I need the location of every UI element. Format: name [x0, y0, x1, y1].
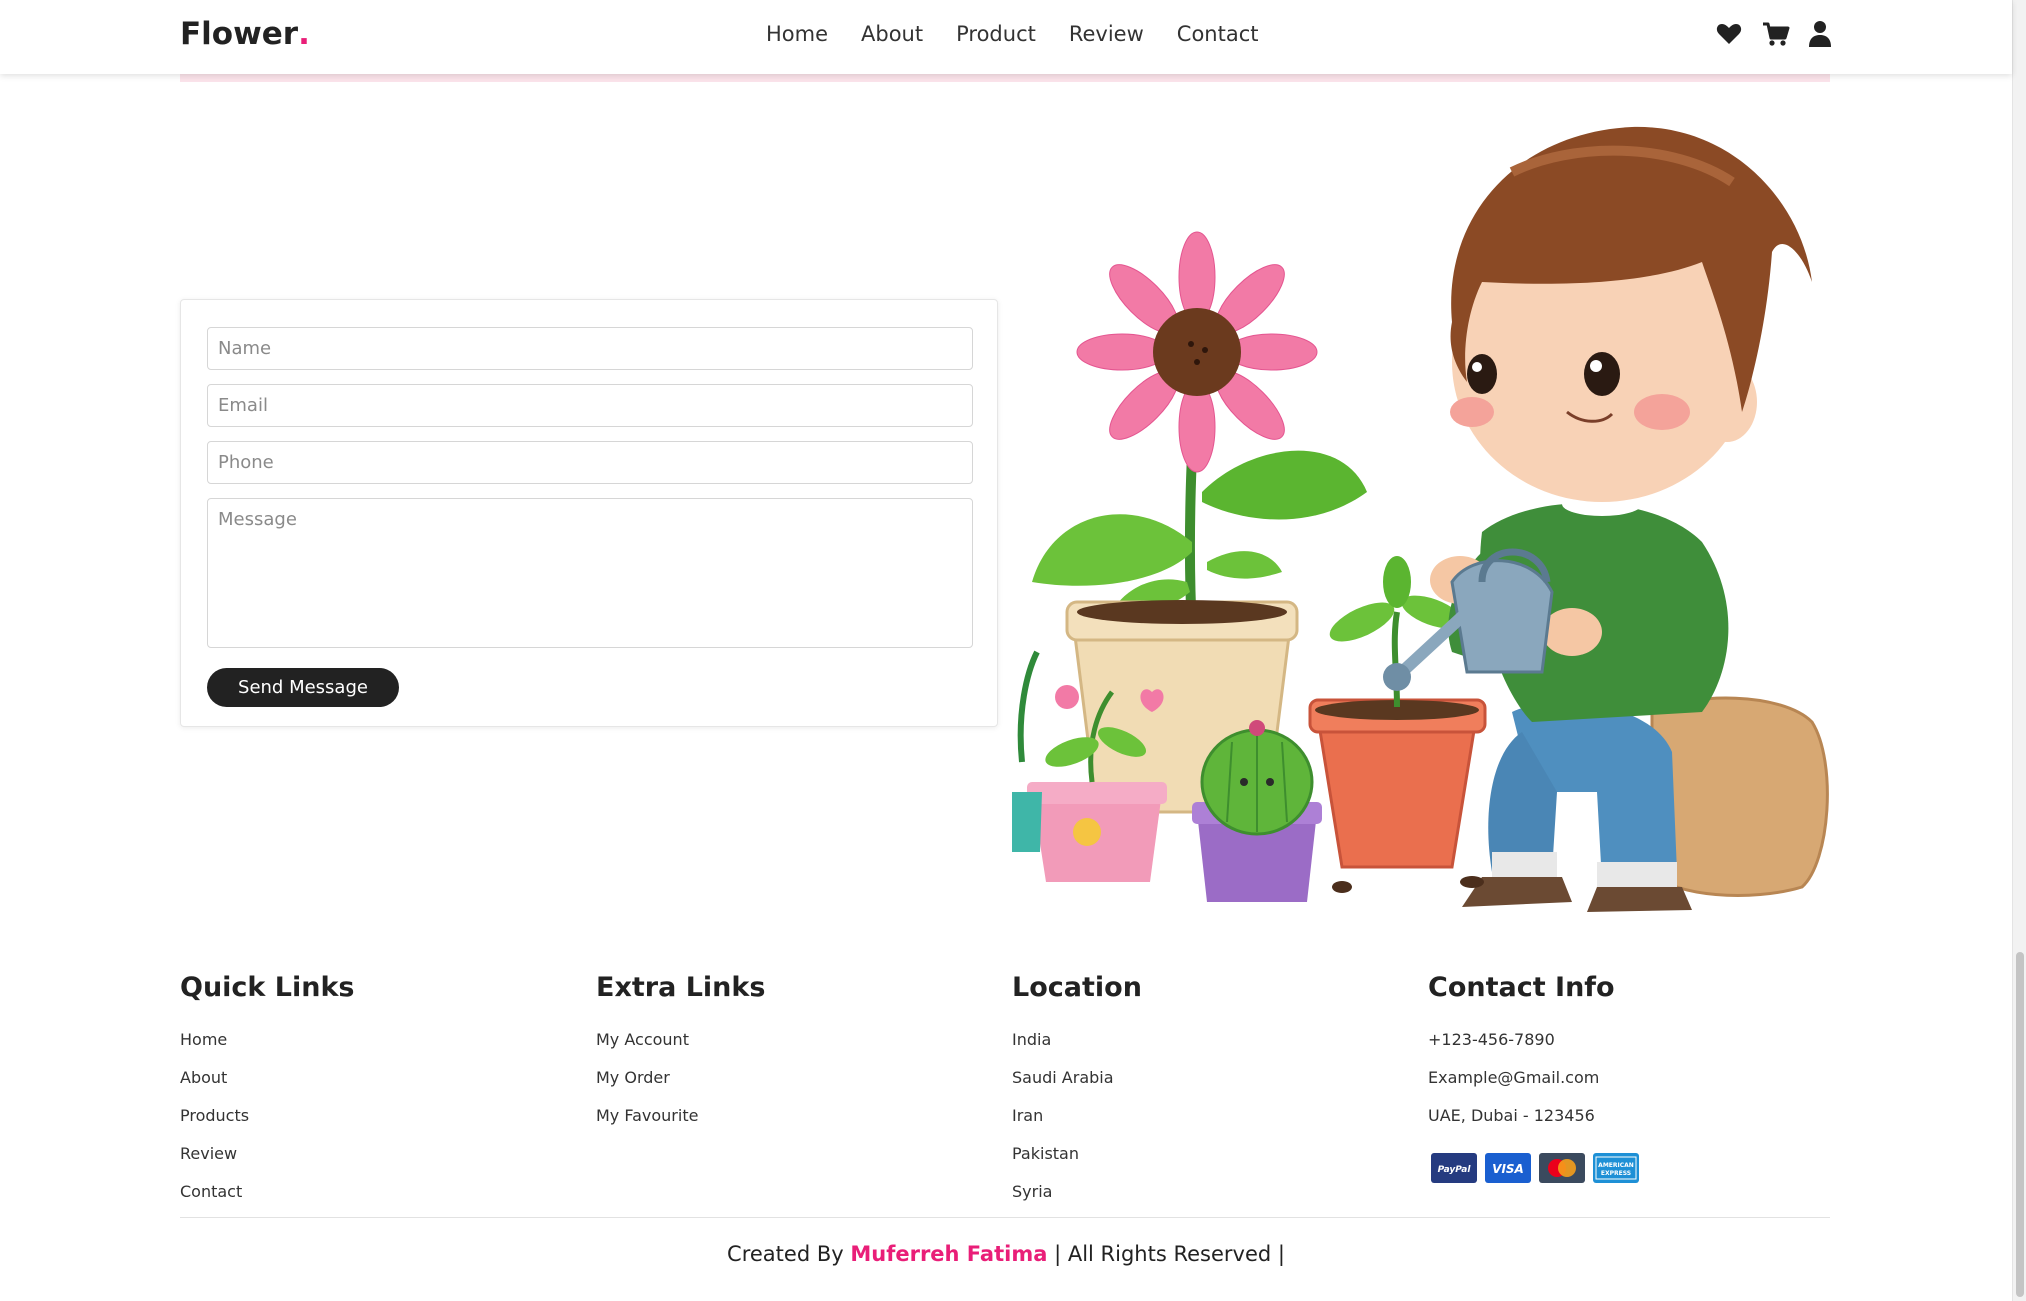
gardening-illustration	[1012, 112, 1830, 912]
footer-link-home[interactable]: Home	[180, 1021, 580, 1059]
logo-text: Flower	[180, 16, 299, 52]
contact-email[interactable]: Example@Gmail.com	[1428, 1059, 1828, 1097]
page-scrollbar[interactable]	[2012, 0, 2026, 1301]
contact-info-title: Contact Info	[1428, 972, 1615, 1003]
svg-text:VISA: VISA	[1492, 1162, 1524, 1176]
boy-watering-plants-image	[1012, 126, 1829, 912]
nav-contact[interactable]: Contact	[1177, 22, 1259, 46]
footer-link-contact[interactable]: Contact	[180, 1173, 580, 1211]
footer-link-about[interactable]: About	[180, 1059, 580, 1097]
footer-link-my-order[interactable]: My Order	[596, 1059, 996, 1097]
message-textarea[interactable]	[207, 498, 973, 648]
footer-contact-info: Contact Info +123-456-7890 Example@Gmail…	[1428, 972, 1828, 1183]
location-title: Location	[1012, 972, 1142, 1003]
extra-links-title: Extra Links	[596, 972, 766, 1003]
location-iran[interactable]: Iran	[1012, 1097, 1412, 1135]
credits-prefix: Created By	[727, 1242, 844, 1266]
scrollbar-thumb[interactable]	[2016, 952, 2024, 1297]
footer-quick-links: Quick Links Home About Products Review C…	[180, 972, 580, 1211]
site-header: Flower. Home About Product Review Contac…	[0, 0, 2012, 74]
cart-icon[interactable]	[1762, 20, 1790, 48]
visa-icon: VISA	[1485, 1153, 1531, 1183]
nav-home[interactable]: Home	[766, 22, 828, 46]
contact-address: UAE, Dubai - 123456	[1428, 1106, 1595, 1125]
footer-link-review[interactable]: Review	[180, 1135, 580, 1173]
location-pakistan[interactable]: Pakistan	[1012, 1135, 1412, 1173]
user-icon[interactable]	[1808, 20, 1834, 48]
name-input[interactable]	[207, 327, 973, 370]
phone-input[interactable]	[207, 441, 973, 484]
location-syria[interactable]: Syria	[1012, 1173, 1412, 1211]
mastercard-icon	[1539, 1153, 1585, 1183]
section-divider-strip	[180, 74, 1830, 82]
footer-location: Location India Saudi Arabia Iran Pakista…	[1012, 972, 1412, 1211]
payment-methods: PayPal VISA AMERICAN EXPRESS	[1431, 1153, 1828, 1183]
svg-text:PayPal: PayPal	[1438, 1165, 1472, 1175]
footer-link-my-account[interactable]: My Account	[596, 1021, 996, 1059]
paypal-icon: PayPal	[1431, 1153, 1477, 1183]
credits-suffix: | All Rights Reserved |	[1054, 1242, 1285, 1266]
quick-links-title: Quick Links	[180, 972, 355, 1003]
main-nav: Home About Product Review Contact	[766, 22, 1291, 46]
logo-dot: .	[298, 16, 310, 52]
footer-link-my-favourite[interactable]: My Favourite	[596, 1097, 996, 1135]
footer-link-products[interactable]: Products	[180, 1097, 580, 1135]
nav-product[interactable]: Product	[956, 22, 1036, 46]
location-india[interactable]: India	[1012, 1021, 1412, 1059]
svg-text:EXPRESS: EXPRESS	[1601, 1170, 1631, 1177]
heart-icon[interactable]	[1716, 20, 1742, 48]
footer-credits: Created By Muferreh Fatima | All Rights …	[0, 1242, 2012, 1266]
nav-about[interactable]: About	[861, 22, 923, 46]
send-message-button[interactable]: Send Message	[207, 668, 399, 707]
contact-phone[interactable]: +123-456-7890	[1428, 1021, 1828, 1059]
email-input[interactable]	[207, 384, 973, 427]
footer-divider	[180, 1217, 1830, 1218]
location-saudi-arabia[interactable]: Saudi Arabia	[1012, 1059, 1412, 1097]
contact-form-card: Send Message	[180, 299, 998, 727]
footer-extra-links: Extra Links My Account My Order My Favou…	[596, 972, 996, 1135]
header-icons	[1716, 20, 1834, 48]
nav-review[interactable]: Review	[1069, 22, 1144, 46]
american-express-icon: AMERICAN EXPRESS	[1593, 1153, 1639, 1183]
logo[interactable]: Flower.	[180, 16, 310, 52]
credits-author: Muferreh Fatima	[850, 1242, 1048, 1266]
svg-text:AMERICAN: AMERICAN	[1598, 1162, 1634, 1169]
